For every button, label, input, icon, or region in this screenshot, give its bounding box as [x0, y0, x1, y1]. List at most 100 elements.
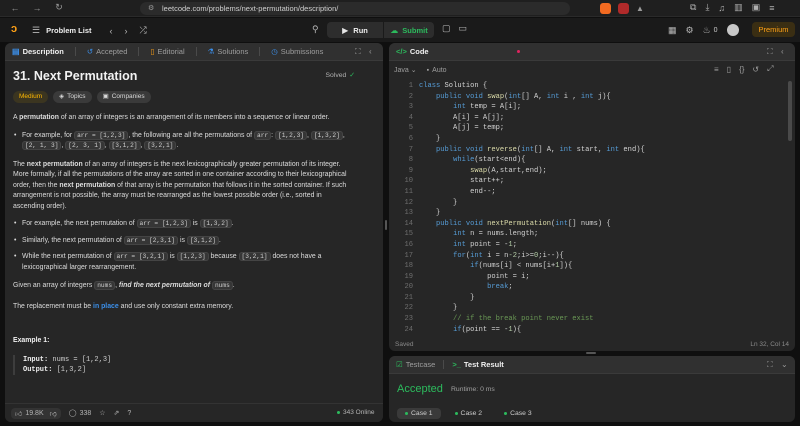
- reset-icon[interactable]: ↺: [752, 65, 759, 74]
- music-icon[interactable]: ♫: [718, 3, 725, 13]
- menu-icon[interactable]: ≡: [769, 3, 774, 13]
- code-line[interactable]: }: [419, 293, 789, 304]
- address-bar[interactable]: ⚙ leetcode.com/problems/next-permutation…: [140, 2, 570, 15]
- streak-counter[interactable]: ♨ 0: [703, 25, 718, 36]
- in-place-link[interactable]: in place: [93, 303, 119, 310]
- avatar[interactable]: [726, 24, 739, 36]
- tab-submissions[interactable]: ◷ Submissions: [271, 47, 323, 56]
- difficulty-badge[interactable]: Medium: [13, 90, 49, 103]
- debug-icon[interactable]: ⚲: [312, 24, 319, 35]
- tab-test-result[interactable]: >_ Test Result: [452, 360, 503, 369]
- browser-forward-icon[interactable]: →: [30, 3, 44, 13]
- tab-testcase-label: Testcase: [405, 360, 436, 369]
- tab-code[interactable]: </> Code: [396, 47, 429, 56]
- code-line[interactable]: }: [419, 134, 789, 145]
- code-line[interactable]: while(start<end){: [419, 155, 789, 166]
- runtime-label: Runtime: 0 ms: [451, 386, 495, 393]
- bullet-text: , the following are all the permutations…: [128, 131, 255, 139]
- vertical-splitter[interactable]: [385, 220, 387, 230]
- tab-description[interactable]: ▤ Description: [12, 47, 64, 56]
- code-line[interactable]: public void reverse(int[] A, int start, …: [419, 145, 789, 156]
- collapse-icon[interactable]: ⌄: [781, 360, 788, 369]
- premium-button[interactable]: Premium: [752, 22, 795, 37]
- code-line[interactable]: end--;: [419, 187, 789, 198]
- submit-button[interactable]: ☁ Submit: [384, 22, 434, 38]
- expand-icon[interactable]: ⛶: [767, 360, 773, 370]
- notification-icon[interactable]: [618, 3, 629, 14]
- collapse-icon[interactable]: ‹: [369, 47, 372, 56]
- browser-back-icon[interactable]: ←: [8, 3, 22, 13]
- notes-icon[interactable]: ▢: [442, 23, 451, 34]
- like-button[interactable]: 👍︎ 19.8K 👎︎: [11, 407, 61, 419]
- braces-icon[interactable]: {}: [739, 65, 744, 74]
- code-line[interactable]: }: [419, 303, 789, 314]
- code-editor[interactable]: class Solution { public void swap(int[] …: [419, 81, 789, 335]
- code-line[interactable]: if(point == -1){: [419, 325, 789, 336]
- extensions-icon[interactable]: ⧉: [690, 2, 696, 13]
- inline-code: nums: [211, 281, 233, 290]
- terminal-icon: >_: [452, 360, 461, 369]
- code-line[interactable]: swap(A,start,end);: [419, 166, 789, 177]
- horizontal-splitter[interactable]: [586, 352, 596, 354]
- tab-editorial[interactable]: ▯ Editorial: [150, 47, 184, 56]
- fullscreen-icon[interactable]: ⤢: [767, 64, 773, 74]
- star-icon[interactable]: ☆: [99, 409, 105, 417]
- code-line[interactable]: }: [419, 208, 789, 219]
- code-line[interactable]: }: [419, 198, 789, 209]
- layout-icon[interactable]: ▦: [668, 25, 677, 36]
- code-line[interactable]: int temp = A[i];: [419, 102, 789, 113]
- code-line[interactable]: for(int i = n-2;i>=0;i--){: [419, 251, 789, 262]
- companies-button[interactable]: ▣ Companies: [96, 90, 151, 103]
- comments-button[interactable]: ◯ 338: [69, 409, 92, 418]
- topics-button[interactable]: ◈ Topics: [53, 90, 92, 103]
- problem-list-icon[interactable]: ☰: [32, 25, 40, 36]
- test-tabbar: ☑ Testcase >_ Test Result: [389, 356, 795, 374]
- code-line[interactable]: A[i] = A[j];: [419, 113, 789, 124]
- settings-icon[interactable]: ⚙: [686, 25, 694, 36]
- help-icon[interactable]: ?: [127, 410, 131, 417]
- code-line[interactable]: if(nums[i] < nums[i+1]){: [419, 261, 789, 272]
- wallet-icon[interactable]: ▣: [752, 2, 761, 13]
- case-tab[interactable]: Case 2: [447, 408, 491, 419]
- thumbs-down-icon[interactable]: 👎︎: [50, 409, 57, 418]
- code-line[interactable]: break;: [419, 282, 789, 293]
- code-line[interactable]: public void nextPermutation(int[] nums) …: [419, 219, 789, 230]
- run-button[interactable]: ▶ Run: [327, 22, 383, 38]
- expand-icon[interactable]: ⛶: [767, 47, 773, 57]
- code-line[interactable]: // if the break point never exist: [419, 314, 789, 325]
- problem-description: 31. Next Permutation Solved ✓ Medium ◈ T…: [13, 70, 355, 375]
- case-tab[interactable]: Case 3: [496, 408, 540, 419]
- browser-reload-icon[interactable]: ↻: [52, 2, 66, 13]
- leetcode-logo-icon[interactable]: ↄ: [11, 23, 17, 35]
- collapse-icon[interactable]: ‹: [781, 47, 784, 56]
- bookmark-icon[interactable]: ▯: [727, 65, 731, 74]
- code-line[interactable]: A[j] = temp;: [419, 123, 789, 134]
- tab-testcase[interactable]: ☑ Testcase: [396, 360, 435, 369]
- auto-complete-toggle[interactable]: ▪ Auto: [427, 67, 447, 74]
- code-line[interactable]: point = i;: [419, 272, 789, 283]
- language-select[interactable]: Java ⌄: [394, 66, 417, 75]
- code-line[interactable]: start++;: [419, 176, 789, 187]
- share-icon[interactable]: ⇗: [114, 409, 120, 417]
- inline-code: [3,2,1]: [144, 141, 177, 150]
- triangle-extension-icon[interactable]: ▲: [636, 4, 644, 13]
- code-line[interactable]: int n = nums.length;: [419, 229, 789, 240]
- code-line[interactable]: public void swap(int[] A, int i , int j)…: [419, 92, 789, 103]
- chat-icon[interactable]: ▭: [459, 23, 468, 34]
- brave-shield-icon[interactable]: [600, 3, 611, 14]
- expand-icon[interactable]: ⛶: [355, 47, 361, 57]
- sidebar-icon[interactable]: ▥: [734, 2, 743, 13]
- tab-accepted[interactable]: ↺ Accepted: [87, 47, 128, 56]
- download-icon[interactable]: ⤓: [705, 2, 709, 13]
- next-problem-icon[interactable]: ›: [125, 26, 128, 36]
- code-line[interactable]: int point = -1;: [419, 240, 789, 251]
- code-line[interactable]: class Solution {: [419, 81, 789, 92]
- case-tab[interactable]: Case 1: [397, 408, 441, 419]
- shuffle-icon[interactable]: ⤮: [140, 25, 147, 36]
- prev-problem-icon[interactable]: ‹: [110, 26, 113, 36]
- format-icon[interactable]: ≡: [714, 65, 719, 74]
- editor-scrollbar[interactable]: [788, 81, 792, 141]
- problem-list-link[interactable]: Problem List: [46, 26, 91, 35]
- site-info-icon[interactable]: ⚙: [148, 2, 154, 15]
- tab-solutions[interactable]: ⚗ Solutions: [208, 47, 249, 56]
